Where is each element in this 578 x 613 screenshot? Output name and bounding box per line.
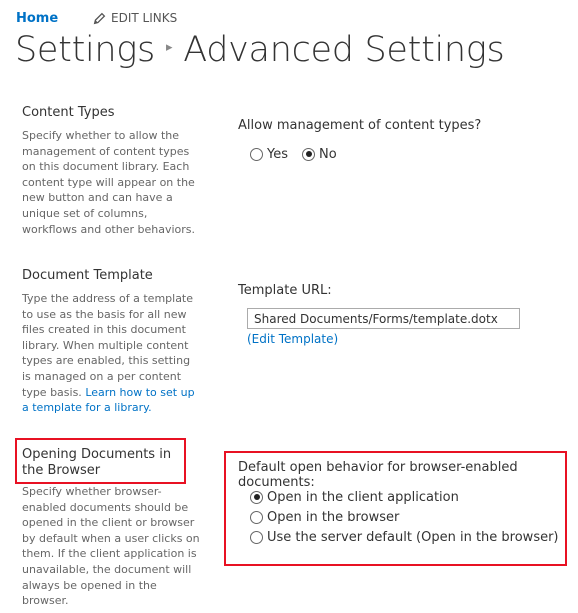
radio-label: Use the server default (Open in the brow… bbox=[267, 529, 559, 545]
breadcrumb-parent[interactable]: Settings bbox=[15, 30, 155, 70]
opening-documents-description: Specify whether browser-enabled document… bbox=[22, 485, 200, 608]
content-types-title: Content Types bbox=[22, 105, 115, 120]
home-link[interactable]: Home bbox=[16, 11, 58, 26]
pencil-icon bbox=[93, 12, 106, 24]
edit-template-link[interactable]: (Edit Template) bbox=[247, 332, 338, 346]
content-types-yes-radio[interactable]: Yes bbox=[250, 144, 288, 164]
edit-links-label: EDIT LINKS bbox=[111, 11, 178, 25]
content-types-no-radio[interactable]: No bbox=[302, 144, 337, 164]
radio-icon[interactable] bbox=[250, 530, 263, 544]
radio-icon[interactable] bbox=[250, 510, 263, 524]
content-types-description: Specify whether to allow the management … bbox=[22, 129, 196, 236]
content-types-options: Yes No bbox=[250, 144, 337, 164]
template-url-label: Template URL: bbox=[238, 283, 332, 298]
radio-label: No bbox=[319, 146, 337, 162]
radio-checked-icon[interactable] bbox=[250, 490, 263, 504]
radio-checked-icon[interactable] bbox=[302, 147, 315, 161]
radio-icon[interactable] bbox=[250, 147, 263, 161]
radio-label: Yes bbox=[267, 146, 288, 162]
radio-label: Open in the client application bbox=[267, 489, 459, 505]
open-behavior-question: Default open behavior for browser-enable… bbox=[238, 460, 518, 490]
open-client-radio[interactable]: Open in the client application bbox=[250, 487, 559, 507]
opening-documents-title: Opening Documents in the Browser bbox=[22, 447, 172, 478]
page-title: Advanced Settings bbox=[183, 30, 505, 70]
document-template-title: Document Template bbox=[22, 268, 153, 283]
template-url-input[interactable] bbox=[247, 308, 520, 329]
breadcrumb-separator-icon: ▸ bbox=[165, 39, 173, 55]
document-template-description: Type the address of a template to use as… bbox=[22, 291, 202, 416]
open-behavior-options: Open in the client application Open in t… bbox=[250, 487, 559, 547]
radio-label: Open in the browser bbox=[267, 509, 400, 525]
content-types-question: Allow management of content types? bbox=[238, 118, 482, 133]
document-template-description-text: Type the address of a template to use as… bbox=[22, 292, 194, 399]
edit-links-button[interactable]: EDIT LINKS bbox=[93, 11, 177, 25]
open-browser-radio[interactable]: Open in the browser bbox=[250, 507, 559, 527]
breadcrumb: Settings ▸ Advanced Settings bbox=[15, 30, 505, 70]
server-default-radio[interactable]: Use the server default (Open in the brow… bbox=[250, 527, 559, 547]
